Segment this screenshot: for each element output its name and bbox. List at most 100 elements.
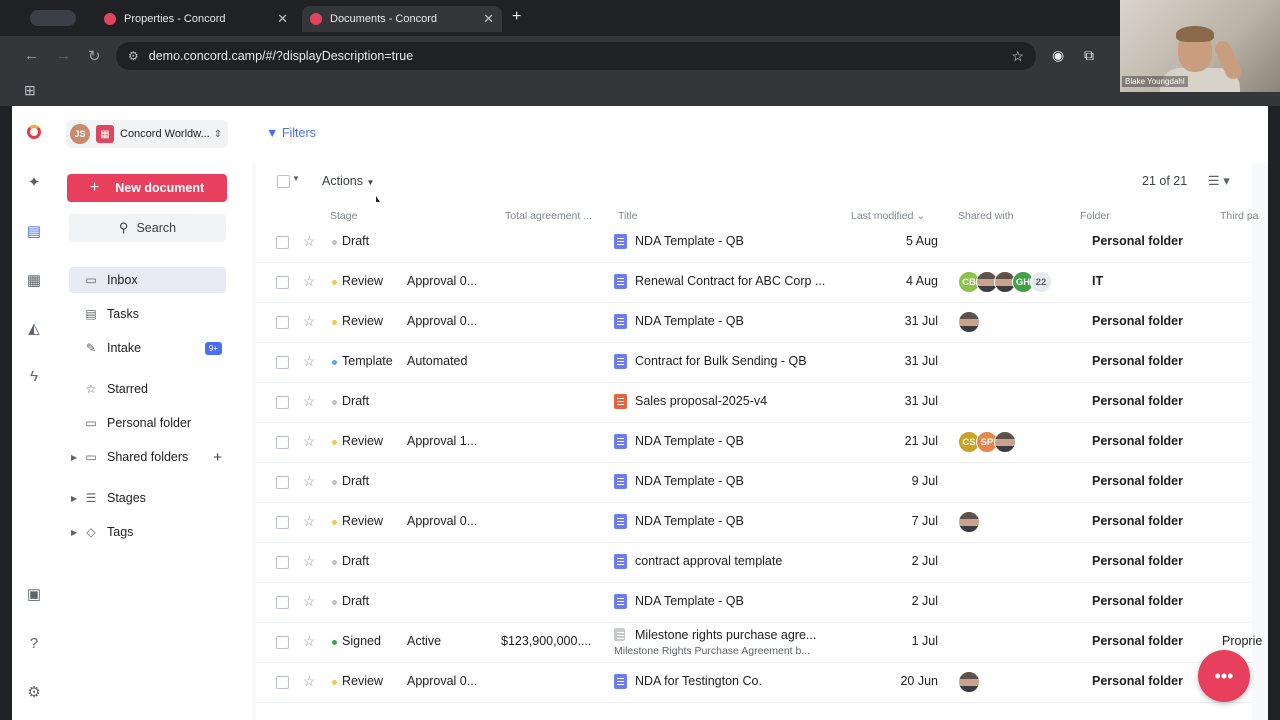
row-checkbox[interactable]	[276, 596, 289, 609]
automation-bolt-icon[interactable]: ϟ	[24, 366, 44, 386]
star-icon[interactable]: ☆	[303, 553, 316, 570]
caret-right-icon[interactable]: ▶	[71, 453, 77, 462]
row-title[interactable]: NDA Template - QB	[635, 514, 744, 528]
row-checkbox[interactable]	[276, 316, 289, 329]
row-folder[interactable]: Personal folder	[1092, 434, 1183, 448]
row-folder[interactable]: Personal folder	[1092, 594, 1183, 608]
new-document-button[interactable]: + New document	[67, 174, 227, 202]
extension-icon[interactable]: ◉	[1052, 47, 1064, 64]
forward-icon[interactable]: →	[56, 47, 71, 64]
caret-right-icon[interactable]: ▶	[71, 528, 77, 537]
star-icon[interactable]: ☆	[303, 353, 316, 370]
table-row[interactable]: ☆ Review Approval 1... NDA Template - QB 21 …	[256, 422, 1252, 463]
shared-more-count[interactable]: 22	[1030, 271, 1052, 293]
table-row[interactable]: ☆ Review Approval 0... Renewal Contract for…	[256, 262, 1252, 303]
ai-sparkle-icon[interactable]: ✦	[24, 172, 44, 192]
row-folder[interactable]: Personal folder	[1092, 514, 1183, 528]
sidebar-item-intake[interactable]: ✎ Intake 9+	[69, 335, 226, 361]
omnibox[interactable]: ⚙ demo.concord.camp/#/?displayDescriptio…	[116, 42, 1036, 70]
bookmark-star-icon[interactable]: ☆	[1011, 48, 1024, 65]
row-title[interactable]: NDA Template - QB	[635, 434, 744, 448]
table-row[interactable]: ☆ Draft NDA Template - QB 2 Jul Personal fol…	[256, 582, 1252, 623]
star-icon[interactable]: ☆	[303, 673, 316, 690]
row-checkbox[interactable]	[276, 356, 289, 369]
shared-user-avatar[interactable]	[958, 311, 980, 333]
table-row[interactable]: ☆ Draft NDA Template - QB 9 Jul Personal fol…	[256, 462, 1252, 503]
sidebar-item-shared-folders[interactable]: ▶ ▭ Shared folders +	[69, 444, 226, 470]
sidebar-item-starred[interactable]: ☆ Starred	[69, 376, 226, 402]
row-checkbox[interactable]	[276, 396, 289, 409]
sidebar-item-inbox[interactable]: ▭ Inbox	[69, 267, 226, 293]
star-icon[interactable]: ☆	[303, 233, 316, 250]
actions-menu[interactable]: Actions ▼	[322, 174, 374, 188]
shared-user-avatar[interactable]	[958, 511, 980, 533]
gift-icon[interactable]: ▣	[24, 584, 44, 604]
tab-properties[interactable]: Properties - Concord ✕	[96, 6, 296, 32]
row-title[interactable]: Sales proposal-2025-v4	[635, 394, 767, 408]
row-title[interactable]: Milestone rights purchase agre...	[635, 628, 816, 642]
table-row[interactable]: ☆ Draft NDA Template - QB 5 Aug Personal fol…	[256, 222, 1252, 263]
table-row[interactable]: ☆ Draft contract approval template 2 Jul Per…	[256, 542, 1252, 583]
row-title[interactable]: NDA Template - QB	[635, 594, 744, 608]
apps-grid-icon[interactable]: ⊞	[24, 82, 36, 99]
select-dropdown-icon[interactable]: ▼	[292, 174, 300, 183]
help-icon[interactable]: ?	[24, 633, 44, 653]
new-tab-icon[interactable]: +	[512, 8, 521, 26]
row-folder[interactable]: Personal folder	[1092, 394, 1183, 408]
column-header-third-party[interactable]: Third pa	[1220, 210, 1259, 222]
column-header-last-modified[interactable]: Last modified ⌄	[851, 210, 925, 222]
close-icon[interactable]: ✕	[277, 11, 288, 27]
tab-group-pill[interactable]	[30, 10, 76, 26]
column-header-total-agreement[interactable]: Total agreement ...	[505, 210, 592, 222]
select-all-checkbox[interactable]	[277, 175, 290, 188]
row-title[interactable]: contract approval template	[635, 554, 782, 568]
settings-gear-icon[interactable]: ⚙	[24, 682, 44, 702]
site-settings-icon[interactable]: ⚙	[128, 49, 139, 63]
tab-documents[interactable]: Documents - Concord ✕	[302, 6, 502, 32]
row-checkbox[interactable]	[276, 676, 289, 689]
table-row[interactable]: ☆ Signed Active $123,900,000.... Milestone r…	[256, 622, 1262, 663]
star-icon[interactable]: ☆	[303, 393, 316, 410]
sidebar-item-personal-folder[interactable]: ▭ Personal folder	[69, 410, 226, 436]
row-checkbox[interactable]	[276, 636, 289, 649]
table-row[interactable]: ☆ Review Approval 0... NDA Template - QB 31 …	[256, 302, 1252, 343]
reload-icon[interactable]: ↻	[88, 47, 101, 65]
shared-user-avatar[interactable]	[958, 671, 980, 693]
row-title[interactable]: Renewal Contract for ABC Corp ...	[635, 274, 825, 288]
close-icon[interactable]: ✕	[483, 11, 494, 27]
star-icon[interactable]: ☆	[303, 593, 316, 610]
row-folder[interactable]: Personal folder	[1092, 354, 1183, 368]
star-icon[interactable]: ☆	[303, 513, 316, 530]
filters-button[interactable]: ▼ Filters	[266, 126, 316, 140]
caret-right-icon[interactable]: ▶	[71, 494, 77, 503]
row-folder[interactable]: Personal folder	[1092, 634, 1183, 648]
star-icon[interactable]: ☆	[303, 473, 316, 490]
row-folder[interactable]: IT	[1092, 274, 1103, 288]
back-icon[interactable]: ←	[24, 47, 39, 64]
row-checkbox[interactable]	[276, 516, 289, 529]
column-header-folder[interactable]: Folder	[1080, 210, 1110, 222]
table-row[interactable]: ☆ Draft Sales proposal-2025-v4 31 Jul Person…	[256, 382, 1252, 423]
shared-user-avatar[interactable]	[994, 431, 1016, 453]
row-title[interactable]: Contract for Bulk Sending - QB	[635, 354, 807, 368]
documents-icon[interactable]: ▤	[24, 221, 44, 241]
row-checkbox[interactable]	[276, 276, 289, 289]
row-checkbox[interactable]	[276, 476, 289, 489]
row-checkbox[interactable]	[276, 236, 289, 249]
sidebar-item-stages[interactable]: ▶ ☰ Stages	[69, 485, 226, 511]
star-icon[interactable]: ☆	[303, 313, 316, 330]
chat-support-button[interactable]: •••	[1198, 650, 1250, 702]
row-title[interactable]: NDA Template - QB	[635, 234, 744, 248]
sidebar-item-tags[interactable]: ▶ ◇ Tags	[69, 519, 226, 545]
organization-switcher[interactable]: JS ▦ Concord Worldw... ⇕	[66, 120, 228, 148]
column-settings-icon[interactable]: ☰ ▾	[1208, 173, 1230, 189]
row-folder[interactable]: Personal folder	[1092, 554, 1183, 568]
star-icon[interactable]: ☆	[303, 273, 316, 290]
column-header-shared-with[interactable]: Shared with	[958, 210, 1013, 222]
star-icon[interactable]: ☆	[303, 633, 316, 650]
table-row[interactable]: ☆ Review Approval 0... NDA for Testington C…	[256, 662, 1252, 703]
row-title[interactable]: NDA Template - QB	[635, 474, 744, 488]
star-icon[interactable]: ☆	[303, 433, 316, 450]
row-folder[interactable]: Personal folder	[1092, 674, 1183, 688]
concord-logo-icon[interactable]	[24, 122, 44, 142]
